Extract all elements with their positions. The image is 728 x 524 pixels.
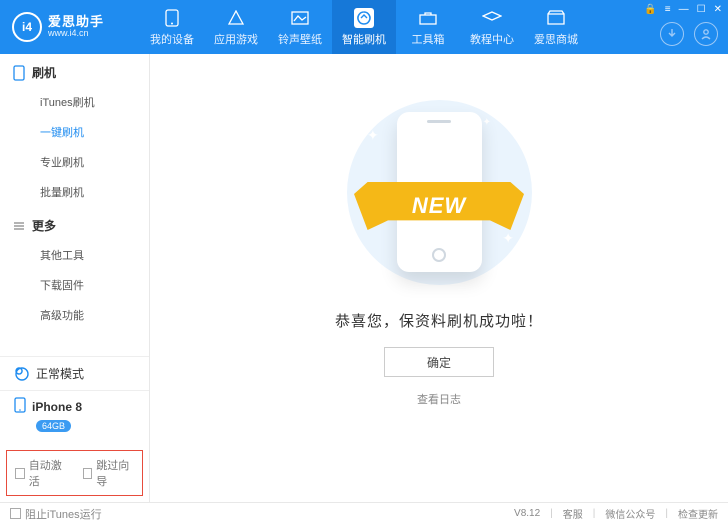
nav-apps[interactable]: 应用游戏 [204,0,268,54]
nav-store[interactable]: 爱思商城 [524,0,588,54]
section-flash: 刷机 [0,54,149,87]
sidebar-item-download-firmware[interactable]: 下载固件 [0,270,149,300]
device-name: iPhone 8 [32,400,82,414]
mode-row[interactable]: 正常模式 [0,356,149,390]
brand-logo: i4 爱思助手 www.i4.cn [0,12,140,42]
sidebar-item-batch-flash[interactable]: 批量刷机 [0,177,149,207]
tutorial-icon [482,8,502,28]
sidebar-item-itunes-flash[interactable]: iTunes刷机 [0,87,149,117]
logo-icon: i4 [12,12,42,42]
status-bar: 阻止iTunes运行 V8.12 | 客服 | 微信公众号 | 检查更新 [0,502,728,524]
section-more: 更多 [0,207,149,240]
mode-icon [14,366,30,382]
minimize-button[interactable]: — [679,4,689,15]
account-button[interactable] [694,22,718,46]
menu-icon[interactable]: ≡ [665,4,671,15]
ok-button[interactable]: 确定 [384,347,494,377]
checkbox-block-itunes[interactable]: 阻止iTunes运行 [10,506,102,522]
flash-icon [354,8,374,28]
highlighted-options: 自动激活 跳过向导 [6,450,143,496]
nav-tutorials[interactable]: 教程中心 [460,0,524,54]
maximize-button[interactable]: ☐ [697,4,706,15]
nav-toolbox[interactable]: 工具箱 [396,0,460,54]
checkbox-auto-activate[interactable]: 自动激活 [15,457,67,489]
device-icon [14,397,26,416]
phone-icon [162,8,182,28]
main-panel: ✦✦✦ NEW 恭喜您，保资料刷机成功啦！ 确定 查看日志 [150,54,728,502]
sidebar-item-oneclick-flash[interactable]: 一键刷机 [0,117,149,147]
toolbox-icon [418,8,438,28]
flash-section-icon [12,66,26,80]
footer-link-update[interactable]: 检查更新 [678,506,718,521]
sidebar: 刷机 iTunes刷机 一键刷机 专业刷机 批量刷机 更多 其他工具 下载固件 … [0,54,150,502]
sidebar-item-advanced[interactable]: 高级功能 [0,300,149,330]
success-message: 恭喜您，保资料刷机成功啦！ [335,310,543,331]
apps-icon [226,8,246,28]
success-illustration: ✦✦✦ NEW [329,92,549,292]
top-bar: i4 爱思助手 www.i4.cn 我的设备 应用游戏 铃声壁纸 智能刷机 工具… [0,0,728,54]
close-button[interactable]: ✕ [714,4,722,15]
window-controls: 🔒 ≡ — ☐ ✕ [644,4,722,15]
mode-label: 正常模式 [36,365,84,382]
more-section-icon [12,219,26,233]
storage-badge: 64GB [36,420,71,432]
lock-icon[interactable]: 🔒 [644,4,656,15]
store-icon [546,8,566,28]
view-log-link[interactable]: 查看日志 [417,391,461,407]
sidebar-item-pro-flash[interactable]: 专业刷机 [0,147,149,177]
footer-link-support[interactable]: 客服 [563,506,583,521]
wallpaper-icon [290,8,310,28]
sidebar-item-other-tools[interactable]: 其他工具 [0,240,149,270]
version-label: V8.12 [514,508,540,519]
nav-my-device[interactable]: 我的设备 [140,0,204,54]
brand-name: 爱思助手 [48,15,104,29]
footer-link-wechat[interactable]: 微信公众号 [605,506,655,521]
nav-ringtones[interactable]: 铃声壁纸 [268,0,332,54]
top-nav: 我的设备 应用游戏 铃声壁纸 智能刷机 工具箱 教程中心 爱思商城 [140,0,588,54]
brand-url: www.i4.cn [48,29,104,39]
download-manager-button[interactable] [660,22,684,46]
device-row[interactable]: iPhone 8 64GB [0,390,149,444]
checkbox-skip-guide[interactable]: 跳过向导 [83,457,135,489]
nav-smart-flash[interactable]: 智能刷机 [332,0,396,54]
